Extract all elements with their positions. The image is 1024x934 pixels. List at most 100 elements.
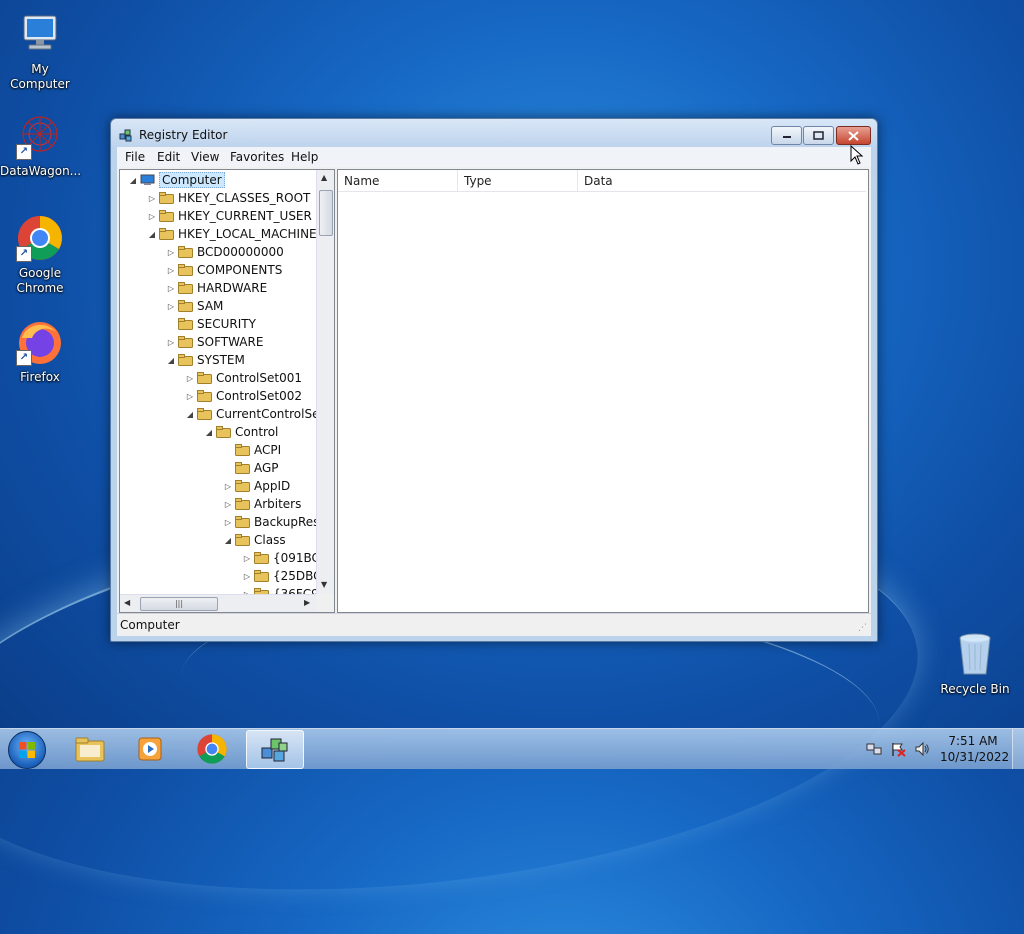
column-header-type[interactable]: Type [458,170,578,192]
registry-tree[interactable]: ◢ Computer ▷ HKEY_CLASSES_ROOT ▷ HKEY_CURRENT… [120,170,316,594]
tree-node[interactable]: ▷ HARDWARE [166,279,267,297]
collapse-arrow-icon[interactable]: ◢ [204,428,214,437]
desktop-icon-label: Google Chrome [16,266,64,295]
column-header-data[interactable]: Data [578,170,866,192]
tree-node-label: SOFTWARE [197,335,264,349]
menu-edit[interactable]: Edit [157,150,180,164]
folder-icon [178,300,193,312]
collapse-arrow-icon[interactable]: ◢ [166,356,176,365]
show-desktop-button[interactable] [1012,729,1024,769]
column-header-name[interactable]: Name [338,170,458,192]
network-icon[interactable] [866,741,882,757]
tree-node[interactable]: ▷ Arbiters [223,495,301,513]
tree-node[interactable]: SECURITY [166,315,256,333]
folder-icon [235,498,250,510]
expand-arrow-icon[interactable]: ▷ [147,194,157,203]
menu-favorites[interactable]: Favorites [230,150,284,164]
tree-node[interactable]: ▷ {25DBC [242,567,316,585]
scroll-up-arrow-icon[interactable]: ▲ [321,173,327,182]
minimize-button[interactable] [771,126,802,145]
desktop-icon-recycle-bin[interactable]: Recycle Bin [935,630,1015,697]
taskbar-media-player[interactable] [122,730,178,767]
expand-arrow-icon[interactable]: ▷ [242,572,252,581]
tree-node-label: COMPONENTS [197,263,283,277]
expand-arrow-icon[interactable]: ▷ [166,266,176,275]
registry-tree-pane[interactable]: ◢ Computer ▷ HKEY_CLASSES_ROOT ▷ HKEY_CURRENT… [119,169,335,613]
collapse-arrow-icon[interactable]: ◢ [128,176,138,185]
folder-icon [254,570,269,582]
tree-node[interactable]: ▷ ControlSet002 [185,387,302,405]
menu-view[interactable]: View [191,150,219,164]
expand-arrow-icon[interactable]: ▷ [166,302,176,311]
maximize-button[interactable] [803,126,834,145]
tree-node-label: Control [235,425,279,439]
tree-node[interactable]: ▷ AppID [223,477,290,495]
tree-node[interactable]: ▷ HKEY_CLASSES_ROOT [147,189,310,207]
desktop-icon-google-chrome[interactable]: ↗ Google Chrome [0,214,80,296]
expand-arrow-icon[interactable]: ▷ [147,212,157,221]
tree-node[interactable]: ACPI [223,441,281,459]
scroll-down-arrow-icon[interactable]: ▼ [321,580,327,589]
start-button[interactable] [8,731,46,769]
tree-node[interactable]: ▷ BackupRes [223,513,316,531]
expand-arrow-icon[interactable]: ▷ [185,374,195,383]
tree-node-computer[interactable]: ◢ Computer [128,171,225,189]
tree-node-label: {25DBC [273,569,316,583]
close-button[interactable] [836,126,871,145]
menu-file[interactable]: File [125,150,145,164]
title-bar[interactable]: Registry Editor [111,119,877,149]
values-list-pane[interactable]: Name Type Data [337,169,869,613]
tree-node[interactable]: ▷ SAM [166,297,223,315]
window-title: Registry Editor [139,128,228,142]
tree-node-label: HKEY_LOCAL_MACHINE [178,227,316,241]
expand-arrow-icon[interactable]: ▷ [223,518,233,527]
scroll-left-arrow-icon[interactable]: ◀ [124,598,130,607]
resize-grip-icon[interactable]: ⋰ [858,623,867,633]
desktop-icon-firefox[interactable]: ↗ Firefox [0,318,80,385]
folder-icon [235,444,250,456]
desktop-icon-datawagon[interactable]: ↗ DataWagon... [0,112,81,179]
tree-node[interactable]: ◢ Class [223,531,286,549]
expand-arrow-icon[interactable]: ▷ [166,248,176,257]
tree-node[interactable]: AGP [223,459,279,477]
tree-node[interactable]: ◢ SYSTEM [166,351,245,369]
taskbar-clock[interactable]: 7:51 AM 10/31/2022 [940,733,1009,765]
folder-library-icon [75,737,105,761]
expand-arrow-icon[interactable]: ▷ [223,500,233,509]
volume-icon[interactable] [914,741,930,757]
registry-editor-window[interactable]: Registry Editor File Edit View Favorites… [110,118,878,642]
folder-icon [178,264,193,276]
tree-node[interactable]: ▷ BCD00000000 [166,243,284,261]
desktop-icon-my-computer[interactable]: My Computer [0,10,80,92]
collapse-arrow-icon[interactable]: ◢ [223,536,233,545]
vertical-scroll-thumb[interactable] [319,190,333,236]
tree-node[interactable]: ▷ ControlSet001 [185,369,302,387]
registry-editor-icon [261,738,288,761]
expand-arrow-icon[interactable]: ▷ [242,554,252,563]
tree-node[interactable]: ▷ {091BC [242,549,316,567]
collapse-arrow-icon[interactable]: ◢ [147,230,157,239]
tree-node[interactable]: ▷ SOFTWARE [166,333,264,351]
tree-node[interactable]: ▷ {36FC9 [242,585,316,594]
expand-arrow-icon[interactable]: ▷ [166,338,176,347]
expand-arrow-icon[interactable]: ▷ [166,284,176,293]
action-center-flag-icon[interactable] [890,741,906,757]
scroll-right-arrow-icon[interactable]: ▶ [304,598,310,607]
tree-node[interactable]: ◢ HKEY_LOCAL_MACHINE [147,225,316,243]
taskbar-google-chrome[interactable] [184,730,240,767]
menu-help[interactable]: Help [291,150,318,164]
tree-vertical-scrollbar[interactable]: ▲ ▼ [316,170,334,594]
tree-node[interactable]: ◢ Control [204,423,278,441]
tree-horizontal-scrollbar[interactable]: ◀ ||| ▶ [120,594,316,612]
taskbar-registry-editor[interactable] [246,730,304,769]
horizontal-scroll-thumb[interactable]: ||| [140,597,218,611]
expand-arrow-icon[interactable]: ▷ [185,392,195,401]
tree-node-label: HKEY_CURRENT_USER [178,209,312,223]
taskbar-file-explorer[interactable] [62,730,118,767]
folder-icon [216,426,231,438]
tree-node[interactable]: ▷ COMPONENTS [166,261,282,279]
tree-node[interactable]: ▷ HKEY_CURRENT_USER [147,207,312,225]
tree-node[interactable]: ◢ CurrentControlSet [185,405,316,423]
expand-arrow-icon[interactable]: ▷ [223,482,233,491]
collapse-arrow-icon[interactable]: ◢ [185,410,195,419]
